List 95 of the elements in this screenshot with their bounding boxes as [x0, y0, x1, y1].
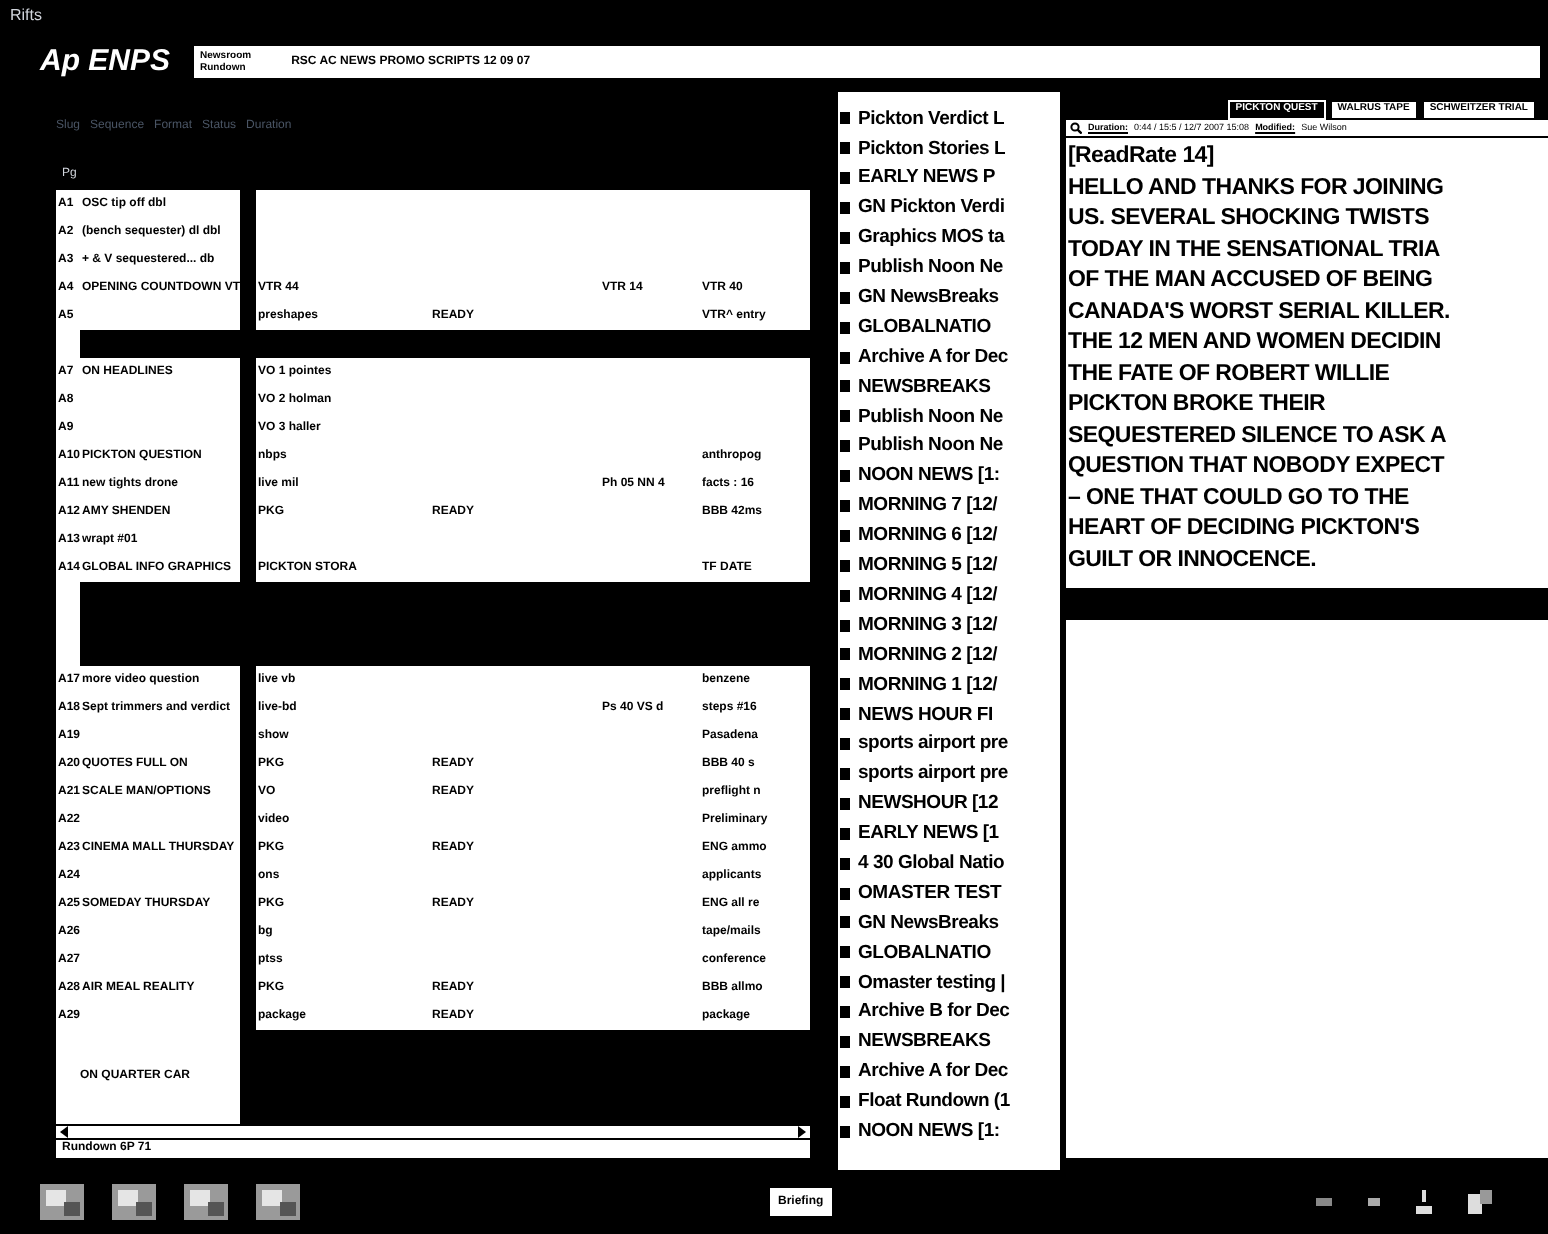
script-line: – ONE THAT COULD GO TO THE [1068, 483, 1409, 513]
script-line: PICKTON BROKE THEIR [1068, 390, 1326, 420]
document-icon [840, 351, 850, 364]
rundown-list-item[interactable]: GN NewsBreaks [838, 908, 1060, 938]
script-line: US. SEVERAL SHOCKING TWISTS [1068, 204, 1430, 234]
horizontal-scrollbar[interactable] [56, 1124, 810, 1140]
rundown-list-item[interactable]: 4 30 Global Natio [838, 848, 1060, 879]
document-icon [840, 172, 850, 185]
script-editor[interactable] [1066, 138, 1548, 588]
rundown-list-item[interactable]: NOON NEWS [1: [838, 1116, 1060, 1147]
rundown-list-item[interactable]: Archive A for Dec [838, 1057, 1060, 1087]
rundown-list-item[interactable]: Omaster testing | [838, 967, 1060, 998]
window-thumbnail-icon[interactable] [184, 1184, 228, 1220]
document-icon [840, 678, 850, 691]
document-icon [840, 827, 850, 840]
document-icon [840, 410, 850, 423]
document-icon [840, 440, 850, 453]
script-line: GUILT OR INNOCENCE. [1068, 545, 1317, 575]
window-thumbnail-icon[interactable] [256, 1184, 300, 1220]
document-icon [840, 1006, 850, 1019]
rundown-list-item[interactable]: MORNING 5 [12/ [838, 550, 1060, 581]
document-icon [840, 1065, 850, 1078]
script-line: HELLO AND THANKS FOR JOINING [1068, 173, 1444, 203]
rundown-list-item[interactable]: GLOBALNATIO [838, 937, 1060, 968]
script-line: THE 12 MEN AND WOMEN DECIDIN [1068, 328, 1441, 358]
document-icon [840, 1036, 850, 1049]
document-icon [840, 1125, 850, 1138]
document-icon [840, 261, 850, 274]
rundown-list-item[interactable]: MORNING 6 [12/ [838, 520, 1060, 551]
rundown-list-item[interactable]: MORNING 2 [12/ [838, 640, 1060, 670]
document-icon [840, 529, 850, 542]
script-line: THE FATE OF ROBERT WILLIE [1068, 359, 1390, 389]
script-line: [ReadRate 14] [1068, 142, 1214, 172]
document-icon [840, 589, 850, 602]
document-icon [840, 202, 850, 215]
document-icon [840, 708, 850, 721]
document-icon [840, 232, 850, 244]
app-logo: Ap ENPS [40, 41, 171, 82]
search-icon[interactable] [1070, 122, 1082, 134]
rundown-list-item[interactable]: NEWSBREAKS [838, 1027, 1060, 1057]
script-line: QUESTION THAT NOBODY EXPECT [1068, 452, 1444, 482]
document-icon [840, 857, 850, 870]
tray-icon[interactable] [1416, 1190, 1432, 1214]
rundown-list-item[interactable]: MORNING 1 [12/ [838, 669, 1060, 700]
rundown-list-item[interactable]: EARLY NEWS [1 [838, 818, 1060, 849]
rundown-list-item[interactable]: Pickton Stories L [838, 133, 1060, 164]
window-thumbnail-icon[interactable] [112, 1184, 156, 1220]
rundown-list-item[interactable]: Graphics MOS ta [838, 223, 1060, 253]
document-icon [840, 797, 850, 810]
rundown-list-item[interactable]: NEWSBREAKS [838, 372, 1060, 402]
rundown-list-item[interactable]: sports airport pre [838, 759, 1060, 789]
rundown-list-item[interactable]: Publish Noon Ne [838, 401, 1060, 432]
document-icon [840, 976, 850, 989]
rundown-list-item[interactable]: MORNING 4 [12/ [838, 580, 1060, 611]
script-line: CANADA'S WORST SERIAL KILLER. [1068, 297, 1450, 327]
rundown-list-item[interactable]: Archive A for Dec [838, 342, 1060, 373]
document-icon [840, 946, 850, 959]
rundown-list-item[interactable]: NEWSHOUR [12 [838, 788, 1060, 819]
rundown-list-item[interactable]: Pickton Verdict L [838, 104, 1060, 134]
document-icon [840, 291, 850, 304]
document-icon [840, 887, 850, 900]
rundown-list-item[interactable]: Archive B for Dec [838, 997, 1060, 1028]
rundown-list-item[interactable]: NOON NEWS [1: [838, 461, 1060, 492]
script-line: HEART OF DECIDING PICKTON'S [1068, 514, 1420, 544]
document-icon [840, 380, 850, 393]
script-line: SEQUESTERED SILENCE TO ASK A [1068, 421, 1446, 451]
document-icon [840, 1095, 850, 1108]
window-title: Rifts [10, 4, 42, 28]
rundown-list-item[interactable]: Publish Noon Ne [838, 252, 1060, 283]
document-icon [840, 738, 850, 751]
document-icon [840, 470, 850, 483]
rundown-list-item[interactable]: OMASTER TEST [838, 878, 1060, 909]
document-icon [840, 648, 850, 661]
rundown-list-item[interactable]: sports airport pre [838, 729, 1060, 760]
rundown-list-item[interactable]: MORNING 7 [12/ [838, 491, 1060, 521]
tray-icon[interactable] [1468, 1190, 1492, 1214]
rundown-list-item[interactable]: GLOBALNATIO [838, 312, 1060, 343]
document-icon [840, 142, 850, 155]
script-line: TODAY IN THE SENSATIONAL TRIA [1068, 235, 1440, 265]
document-icon [840, 619, 850, 632]
document-icon [840, 112, 850, 125]
rundown-list-item[interactable]: Float Rundown (1 [838, 1086, 1060, 1117]
document-icon [840, 916, 850, 929]
window-thumbnail-icon[interactable] [40, 1184, 84, 1220]
rundown-list-item[interactable]: MORNING 3 [12/ [838, 610, 1060, 641]
rundown-list-item[interactable]: NEWS HOUR FI [838, 699, 1060, 730]
rundown-list-item[interactable]: Publish Noon Ne [838, 431, 1060, 462]
rundown-list-item[interactable]: GN NewsBreaks [838, 282, 1060, 313]
document-icon [840, 768, 850, 781]
rundown-list-item[interactable]: EARLY NEWS P [838, 163, 1060, 194]
document-icon [840, 559, 850, 572]
document-icon [840, 500, 850, 513]
document-icon [840, 321, 850, 334]
rundown-list-item[interactable]: GN Pickton Verdi [838, 193, 1060, 224]
script-line: OF THE MAN ACCUSED OF BEING [1068, 266, 1433, 296]
